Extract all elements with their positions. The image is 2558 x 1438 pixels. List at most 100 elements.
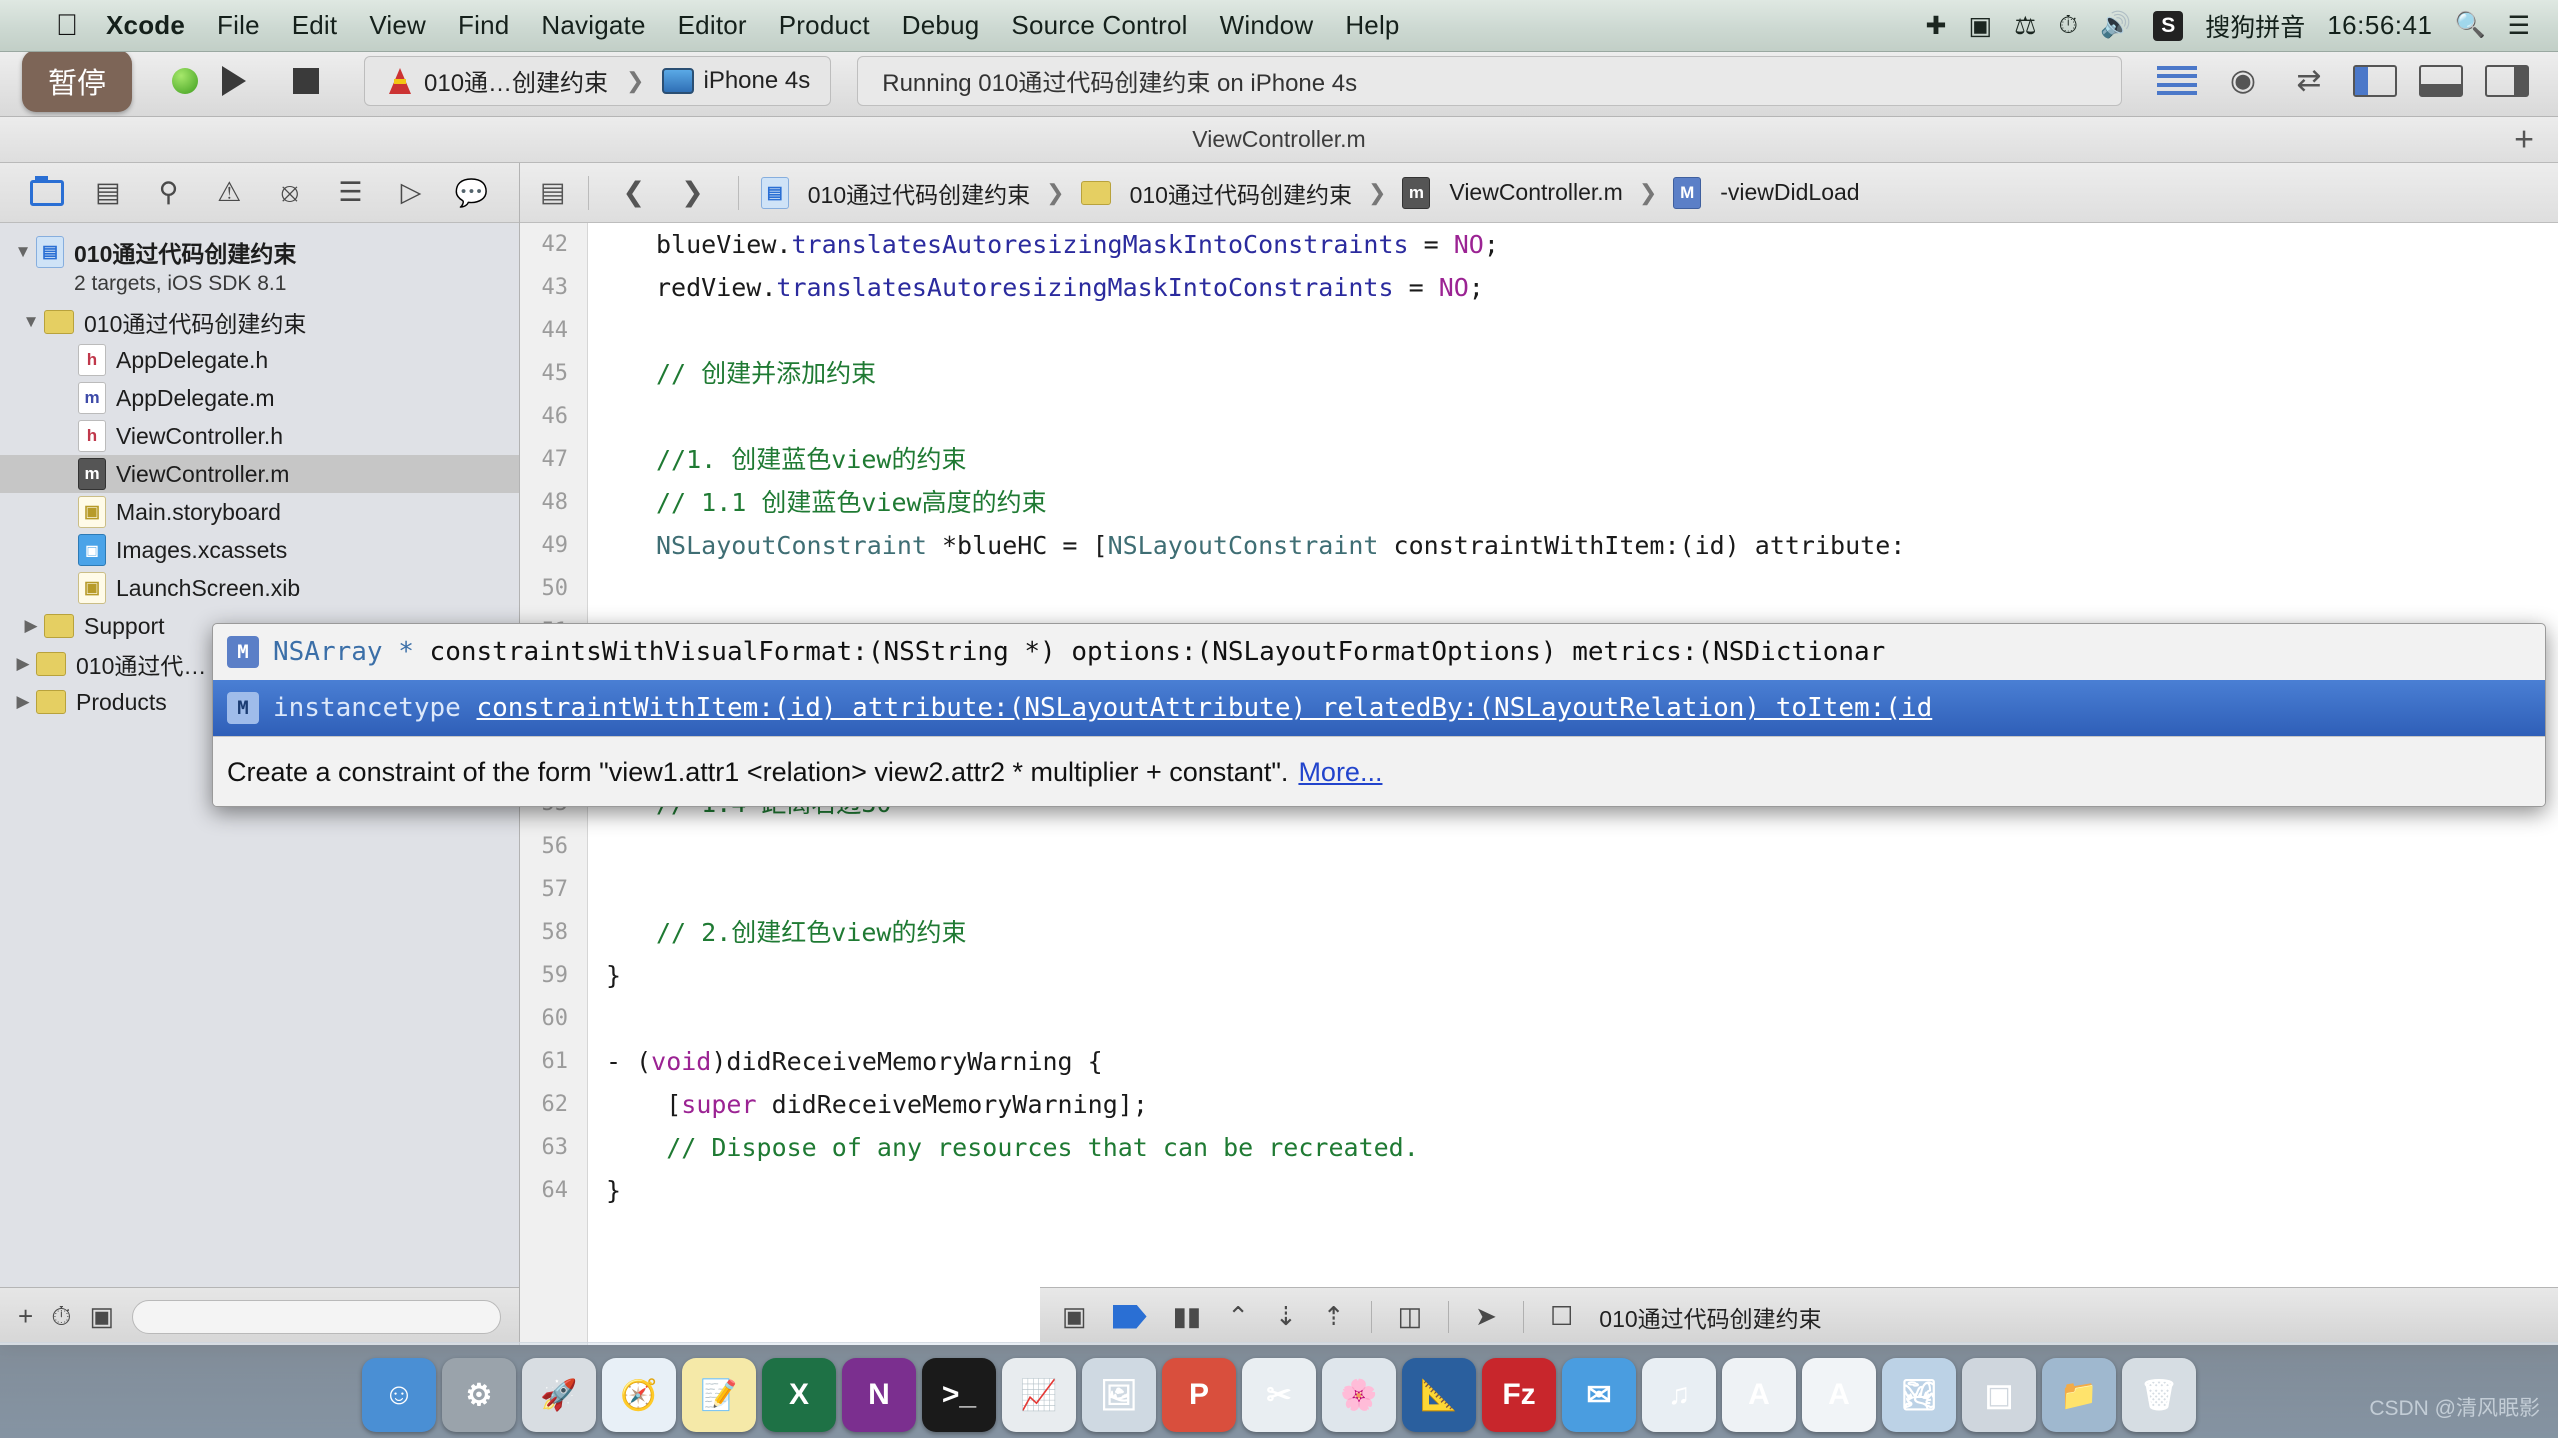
code-line[interactable]: 46: [520, 395, 2558, 438]
tree-row-launchscreen-xib[interactable]: ▼ ▣ LaunchScreen.xib: [0, 569, 519, 607]
screenshot-icon[interactable]: ▣: [1962, 1358, 2036, 1432]
more-link[interactable]: More...: [1298, 757, 1382, 788]
source-control-icon[interactable]: ▣: [89, 1301, 114, 1332]
breadcrumb-symbol[interactable]: M -viewDidLoad: [1673, 176, 1860, 209]
code-line[interactable]: 49 NSLayoutConstraint *blueHC = [NSLayout…: [520, 524, 2558, 567]
menu-item-xcode[interactable]: Xcode: [90, 10, 201, 41]
code-line[interactable]: 56: [520, 825, 2558, 868]
tree-row-group-main[interactable]: ▼ 010通过代码创建约束: [0, 303, 519, 341]
clock-icon[interactable]: ⏱: [51, 1301, 71, 1333]
step-over-icon[interactable]: ⌃: [1227, 1301, 1249, 1332]
menu-item-file[interactable]: File: [201, 10, 276, 41]
breadcrumb-project[interactable]: ▤ 010通过代码创建约束: [760, 176, 1030, 210]
code-line[interactable]: 50: [520, 567, 2558, 610]
notification-center-icon[interactable]: ☰: [2508, 11, 2530, 41]
project-navigator-icon[interactable]: [26, 173, 69, 213]
finder-icon[interactable]: ☺: [362, 1358, 436, 1432]
menu-item-find[interactable]: Find: [442, 10, 525, 41]
report-navigator-icon[interactable]: 💬: [450, 173, 493, 213]
code-line[interactable]: 43 redView.translatesAutoresizingMaskInto…: [520, 266, 2558, 309]
tree-row-main-storyboard[interactable]: ▼ ▣ Main.storyboard: [0, 493, 519, 531]
code-line[interactable]: 60: [520, 997, 2558, 1040]
disclosure-triangle-icon[interactable]: ▼: [10, 242, 36, 262]
screen-record-icon[interactable]: ▣: [1969, 11, 1993, 41]
location-icon[interactable]: ➤: [1475, 1301, 1497, 1332]
code-line[interactable]: 62 [super didReceiveMemoryWarning];: [520, 1083, 2558, 1126]
version-editor-button[interactable]: ⇄: [2280, 60, 2338, 102]
tree-row-appdelegate-h[interactable]: ▼ h AppDelegate.h: [0, 341, 519, 379]
autocomplete-popup[interactable]: M NSArray * constraintsWithVisualFormat:…: [212, 623, 2546, 807]
autocomplete-row-selected[interactable]: M instancetype constraintWithItem:(id) a…: [213, 680, 2545, 736]
input-method-badge[interactable]: S: [2153, 10, 2184, 41]
breakpoint-navigator-icon[interactable]: ▷: [390, 173, 433, 213]
code-line[interactable]: 44: [520, 309, 2558, 352]
trash-icon[interactable]: 🗑: [2122, 1358, 2196, 1432]
itunes-icon[interactable]: ♫: [1642, 1358, 1716, 1432]
tree-row-images-xcassets[interactable]: ▼ ▣ Images.xcassets: [0, 531, 519, 569]
menu-item-editor[interactable]: Editor: [662, 10, 763, 41]
stop-button[interactable]: [270, 58, 342, 104]
step-out-icon[interactable]: ⇡: [1323, 1301, 1345, 1332]
appstore-icon[interactable]: A: [1722, 1358, 1796, 1432]
code-line[interactable]: 59}: [520, 954, 2558, 997]
scheme-selector[interactable]: 010通…创建约束 ❯ iPhone 4s: [364, 55, 832, 106]
issue-navigator-icon[interactable]: ⚠: [208, 173, 251, 213]
terminal-icon[interactable]: >_: [922, 1358, 996, 1432]
code-line[interactable]: 57: [520, 868, 2558, 911]
menu-item-window[interactable]: Window: [1204, 10, 1330, 41]
xcode-icon[interactable]: 📐: [1402, 1358, 1476, 1432]
related-items-icon[interactable]: ▤: [540, 177, 566, 208]
standard-editor-button[interactable]: [2148, 60, 2206, 102]
notes-icon[interactable]: 📝: [682, 1358, 756, 1432]
safari-icon[interactable]: 🧭: [602, 1358, 676, 1432]
time-machine-icon[interactable]: ⏱: [2059, 11, 2079, 40]
tree-row-project[interactable]: ▼ ▤ 010通过代码创建约束: [0, 233, 519, 271]
autocomplete-row[interactable]: M NSArray * constraintsWithVisualFormat:…: [213, 624, 2545, 680]
photos-icon[interactable]: 🌸: [1322, 1358, 1396, 1432]
excel-icon[interactable]: X: [762, 1358, 836, 1432]
navigator-toggle-button[interactable]: [2346, 60, 2404, 102]
symbol-navigator-icon[interactable]: ▤: [87, 173, 130, 213]
tree-row-viewcontroller-m[interactable]: ▼ m ViewController.m: [0, 455, 519, 493]
tree-row-appdelegate-m[interactable]: ▼ m AppDelegate.m: [0, 379, 519, 417]
preview-icon[interactable]: 🖼: [1082, 1358, 1156, 1432]
menu-item-source-control[interactable]: Source Control: [995, 10, 1203, 41]
textedit-icon[interactable]: A: [1802, 1358, 1876, 1432]
disclosure-triangle-icon[interactable]: ▼: [18, 312, 44, 332]
clock-time[interactable]: 16:56:41: [2327, 10, 2432, 41]
debug-area-toggle-button[interactable]: [2412, 60, 2470, 102]
debug-navigator-icon[interactable]: ☰: [329, 173, 372, 213]
code-line[interactable]: 63 // Dispose of any resources that can …: [520, 1126, 2558, 1169]
code-line[interactable]: 48 // 1.1 创建蓝色view高度的约束: [520, 481, 2558, 524]
system-preferences-icon[interactable]: ⚙: [442, 1358, 516, 1432]
step-into-icon[interactable]: ⇣: [1275, 1301, 1297, 1332]
input-method-label[interactable]: 搜狗拼音: [2205, 8, 2305, 44]
menu-item-help[interactable]: Help: [1329, 10, 1415, 41]
chevron-right-icon[interactable]: ❯: [669, 177, 716, 208]
keynote-icon[interactable]: P: [1162, 1358, 1236, 1432]
hide-debug-area-icon[interactable]: ▣: [1062, 1301, 1087, 1332]
menu-item-navigate[interactable]: Navigate: [525, 10, 661, 41]
plus-icon[interactable]: +: [2514, 120, 2534, 159]
code-line[interactable]: 61 - (void)didReceiveMemoryWarning {: [520, 1040, 2558, 1083]
assistant-editor-button[interactable]: ◉: [2214, 60, 2272, 102]
code-line[interactable]: 64}: [520, 1169, 2558, 1212]
documents-folder-icon[interactable]: 📁: [2042, 1358, 2116, 1432]
onenote-icon[interactable]: N: [842, 1358, 916, 1432]
filezilla-icon[interactable]: Fz: [1482, 1358, 1556, 1432]
mail-icon[interactable]: ✉: [1562, 1358, 1636, 1432]
disclosure-triangle-icon[interactable]: ▶: [10, 692, 36, 712]
utilities-toggle-button[interactable]: [2478, 60, 2536, 102]
continue-icon[interactable]: [1112, 1304, 1147, 1329]
bluetooth-icon[interactable]: ✚: [1926, 11, 1947, 41]
filter-input[interactable]: [132, 1299, 501, 1334]
pause-button[interactable]: 暂停: [22, 50, 132, 112]
disclosure-triangle-icon[interactable]: ▶: [10, 654, 36, 674]
launchpad-icon[interactable]: 🚀: [522, 1358, 596, 1432]
search-navigator-icon[interactable]: ⚲: [147, 173, 190, 213]
disclosure-triangle-icon[interactable]: ▶: [18, 616, 44, 636]
menu-item-debug[interactable]: Debug: [886, 10, 996, 41]
pause-icon[interactable]: ▮▮: [1173, 1301, 1202, 1332]
run-button[interactable]: [198, 58, 270, 104]
scheme-segment[interactable]: 010通…创建约束: [377, 63, 616, 98]
